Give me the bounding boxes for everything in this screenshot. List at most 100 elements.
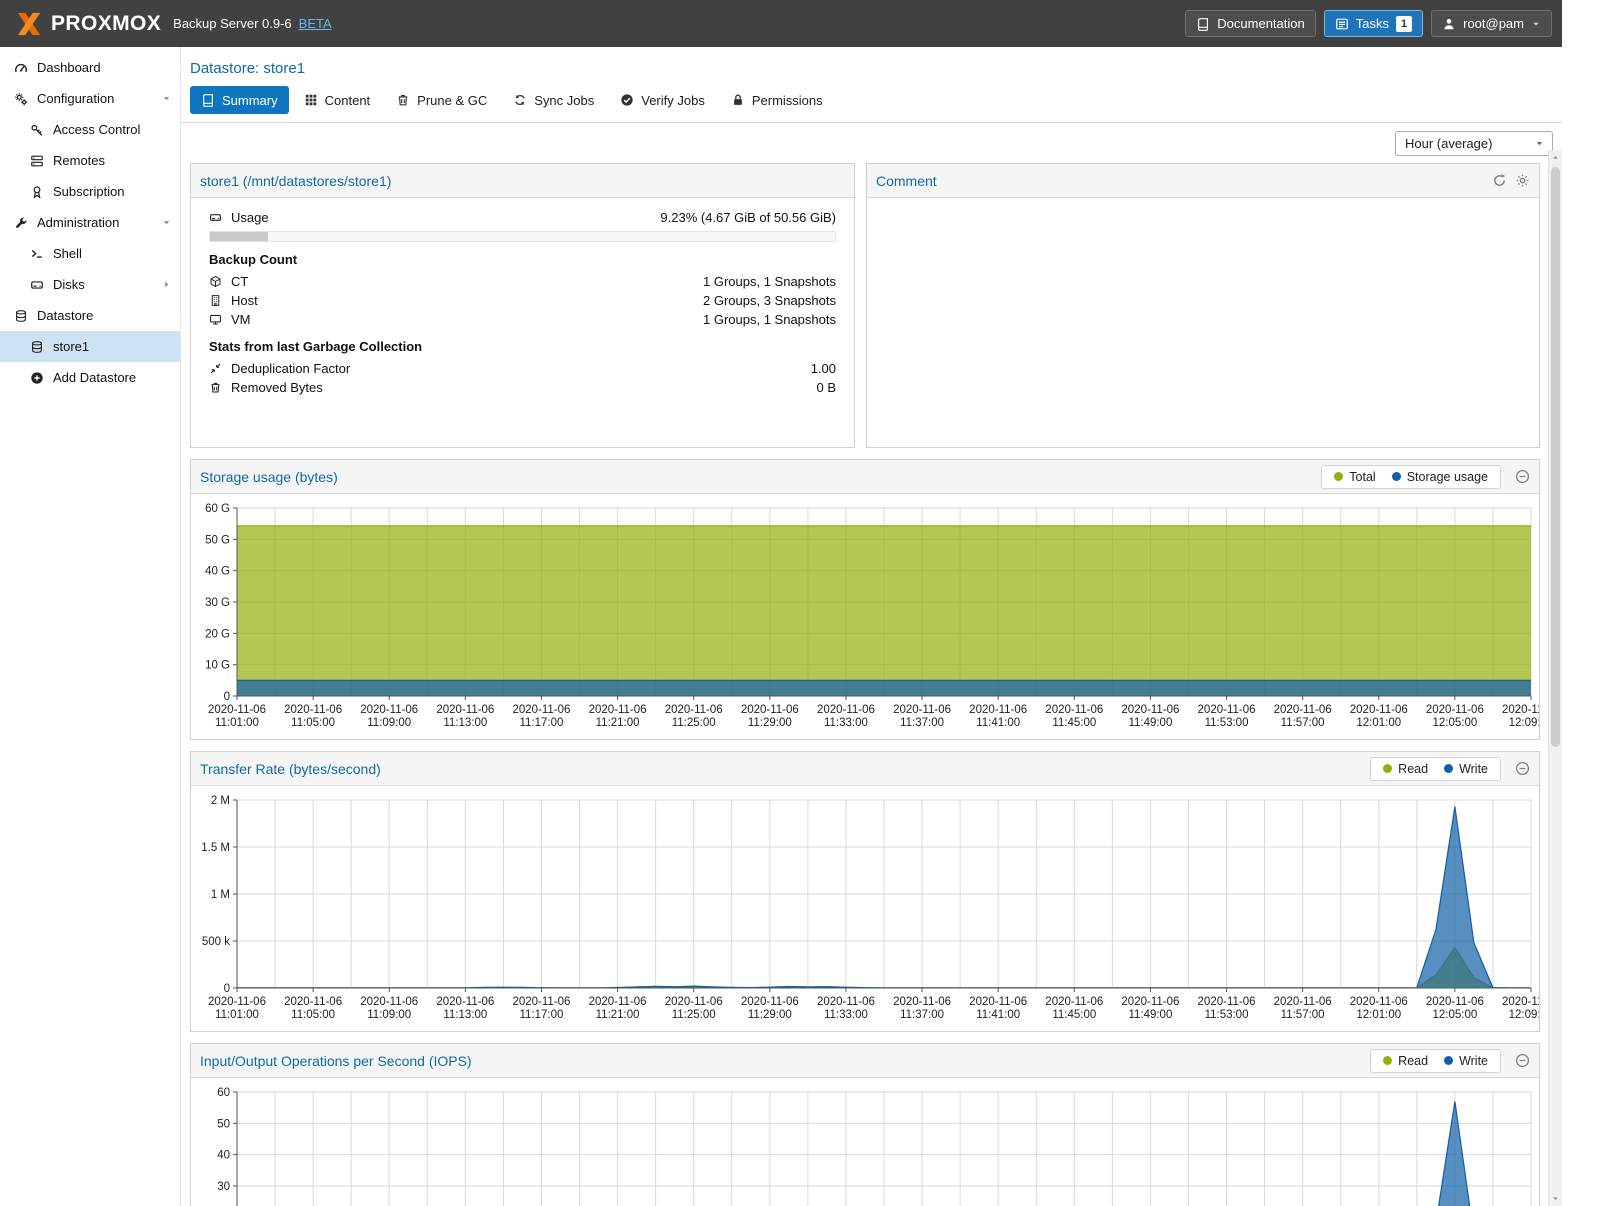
- chart-legend: Read Write: [1370, 757, 1501, 781]
- svg-text:50 G: 50 G: [205, 534, 230, 546]
- backup-count-title: Backup Count: [209, 252, 836, 267]
- collapse-icon[interactable]: [1515, 761, 1530, 776]
- collapse-icon[interactable]: [1515, 1053, 1530, 1068]
- row-label: Host: [231, 293, 258, 308]
- tab-prune-gc[interactable]: Prune & GC: [385, 86, 498, 114]
- panel-header: Comment: [867, 164, 1539, 198]
- svg-text:2020-11-06: 2020-11-06: [969, 996, 1027, 1008]
- sidebar-item-remotes[interactable]: Remotes: [0, 145, 180, 176]
- legend-item-total[interactable]: Total: [1334, 470, 1375, 484]
- gc-row-removed-bytes: Removed Bytes 0 B: [209, 378, 836, 397]
- legend-item-storage-usage[interactable]: Storage usage: [1392, 470, 1488, 484]
- tab-summary[interactable]: Summary: [190, 86, 289, 114]
- sidebar-item-subscription[interactable]: Subscription: [0, 176, 180, 207]
- svg-text:0: 0: [224, 691, 230, 703]
- usage-progressbar: [209, 231, 836, 242]
- svg-text:2 M: 2 M: [211, 795, 230, 807]
- sidebar-item-store1[interactable]: store1: [0, 331, 180, 362]
- timeframe-select[interactable]: Hour (average): [1395, 131, 1553, 156]
- sidebar-item-shell[interactable]: Shell: [0, 238, 180, 269]
- panel-title: store1 (/mnt/datastores/store1): [200, 173, 391, 189]
- svg-text:11:29:00: 11:29:00: [748, 717, 792, 729]
- legend-item-write[interactable]: Write: [1444, 762, 1488, 776]
- tab-permissions[interactable]: Permissions: [720, 86, 834, 114]
- svg-text:2020-11-06: 2020-11-06: [1502, 704, 1539, 716]
- legend-item-read[interactable]: Read: [1383, 762, 1428, 776]
- svg-text:2020-11-06: 2020-11-06: [1045, 704, 1103, 716]
- svg-text:11:13:00: 11:13:00: [443, 717, 487, 729]
- brand-wordmark: PROXMOX: [51, 12, 161, 36]
- vertical-scrollbar[interactable]: [1548, 150, 1562, 1206]
- sidebar-item-dashboard[interactable]: Dashboard: [0, 52, 180, 83]
- sync-icon: [513, 93, 527, 107]
- documentation-button[interactable]: Documentation: [1185, 10, 1315, 37]
- svg-text:1 M: 1 M: [211, 889, 230, 901]
- row-label: Deduplication Factor: [231, 361, 350, 376]
- comment-content[interactable]: [867, 198, 1539, 218]
- panel-header: Transfer Rate (bytes/second) Read Write: [191, 752, 1539, 786]
- sidebar-item-label: Remotes: [53, 153, 105, 168]
- panel-header: store1 (/mnt/datastores/store1): [191, 164, 854, 198]
- svg-text:11:25:00: 11:25:00: [672, 717, 716, 729]
- scroll-up-button[interactable]: [1549, 150, 1562, 165]
- user-menu-button[interactable]: root@pam: [1431, 10, 1552, 37]
- svg-text:2020-11-06: 2020-11-06: [1121, 996, 1179, 1008]
- chevron-right-icon[interactable]: [161, 279, 172, 290]
- collapse-icon[interactable]: [1515, 469, 1530, 484]
- gear-icon[interactable]: [1515, 173, 1530, 188]
- legend-item-read[interactable]: Read: [1383, 1054, 1428, 1068]
- chevron-down-icon[interactable]: [161, 217, 172, 228]
- chart-legend: Total Storage usage: [1321, 465, 1501, 489]
- svg-text:2020-11-06: 2020-11-06: [1350, 996, 1408, 1008]
- svg-text:50: 50: [217, 1118, 230, 1130]
- sidebar-item-configuration[interactable]: Configuration: [0, 83, 180, 114]
- tasks-button[interactable]: Tasks 1: [1324, 10, 1423, 37]
- ribbon-icon: [30, 185, 44, 199]
- chevron-down-icon[interactable]: [161, 93, 172, 104]
- tab-sync-jobs[interactable]: Sync Jobs: [502, 86, 605, 114]
- usage-row: Usage 9.23% (4.67 GiB of 50.56 GiB): [209, 208, 836, 227]
- sidebar-item-label: Disks: [53, 277, 85, 292]
- tab-content[interactable]: Content: [293, 86, 382, 114]
- caret-down-icon: [1551, 1194, 1560, 1203]
- svg-text:60: 60: [217, 1087, 230, 1099]
- page-title: Datastore: store1: [181, 47, 1562, 86]
- svg-text:0: 0: [224, 983, 230, 995]
- sidebar-item-administration[interactable]: Administration: [0, 207, 180, 238]
- tab-verify-jobs[interactable]: Verify Jobs: [609, 86, 716, 114]
- sidebar-item-datastore[interactable]: Datastore: [0, 300, 180, 331]
- scrollbar-thumb[interactable]: [1551, 167, 1560, 747]
- sidebar-item-add-datastore[interactable]: Add Datastore: [0, 362, 180, 393]
- svg-text:2020-11-06: 2020-11-06: [1274, 704, 1332, 716]
- legend-item-write[interactable]: Write: [1444, 1054, 1488, 1068]
- sidebar-item-label: Subscription: [53, 184, 125, 199]
- svg-text:2020-11-06: 2020-11-06: [1426, 996, 1484, 1008]
- sidebar-item-disks[interactable]: Disks: [0, 269, 180, 300]
- legend-dot: [1334, 472, 1343, 481]
- database-icon: [30, 340, 44, 354]
- backup-row-ct: CT 1 Groups, 1 Snapshots: [209, 272, 836, 291]
- book-icon: [201, 93, 215, 107]
- svg-text:11:13:00: 11:13:00: [443, 1009, 487, 1021]
- proxmox-logo: PROXMOX: [14, 11, 161, 37]
- panel-title: Transfer Rate (bytes/second): [200, 761, 381, 777]
- svg-text:2020-11-06: 2020-11-06: [284, 996, 342, 1008]
- scroll-down-button[interactable]: [1549, 1191, 1562, 1206]
- sidebar-item-access-control[interactable]: Access Control: [0, 114, 180, 145]
- sidebar-item-label: Datastore: [37, 308, 93, 323]
- svg-text:20 G: 20 G: [205, 628, 230, 640]
- svg-text:11:33:00: 11:33:00: [824, 1009, 868, 1021]
- comment-panel: Comment: [866, 163, 1540, 448]
- lock-icon: [731, 93, 745, 107]
- panel-title: Comment: [876, 173, 937, 189]
- svg-text:2020-11-06: 2020-11-06: [1198, 704, 1256, 716]
- gc-stats-title: Stats from last Garbage Collection: [209, 339, 836, 354]
- refresh-icon[interactable]: [1492, 173, 1507, 188]
- terminal-icon: [30, 247, 44, 261]
- sidebar-item-label: Configuration: [37, 91, 114, 106]
- legend-label: Storage usage: [1407, 470, 1488, 484]
- svg-text:500 k: 500 k: [202, 936, 230, 948]
- task-list-icon: [1335, 17, 1349, 31]
- beta-link[interactable]: BETA: [299, 16, 332, 31]
- svg-text:11:37:00: 11:37:00: [900, 717, 944, 729]
